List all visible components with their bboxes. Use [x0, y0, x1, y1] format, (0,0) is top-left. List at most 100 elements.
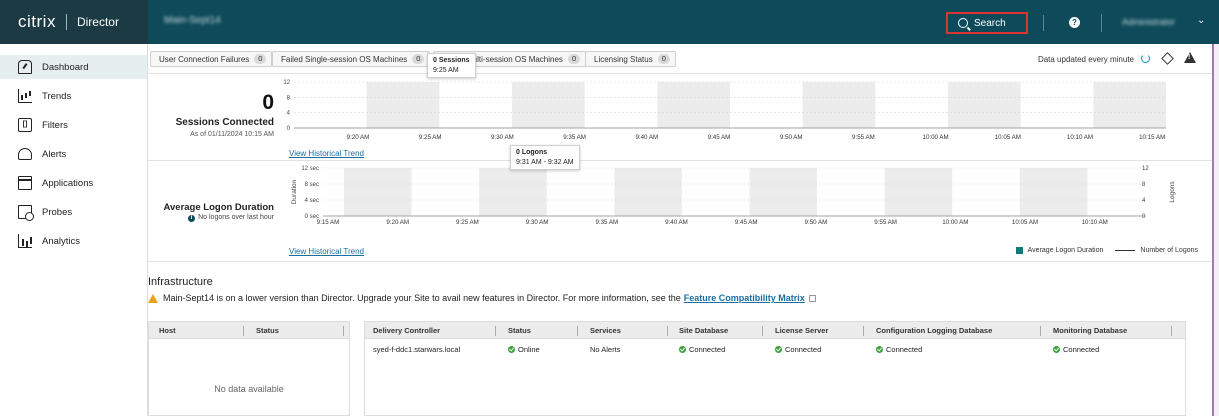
x-tick-label: 10:10 AM [1067, 134, 1093, 141]
chip-label: User Connection Failures [159, 54, 250, 64]
chip-failed-single-session[interactable]: Failed Single-session OS Machines 0 [272, 51, 431, 67]
col-site-database[interactable]: Site Database [679, 326, 728, 335]
sidebar-item-alerts[interactable]: Alerts [0, 142, 147, 166]
y-axis-label-left: Duration [291, 179, 298, 204]
chart-band [948, 82, 1021, 128]
column-divider [863, 326, 864, 336]
search-button[interactable]: Search [946, 12, 1028, 34]
chip-label: Failed Single-session OS Machines [281, 54, 408, 64]
version-warning: Main-Sept14 is on a lower version than D… [148, 293, 816, 303]
logon-legend: Average Logon Duration Number of Logons [1015, 247, 1198, 254]
col-license-server[interactable]: License Server [775, 326, 828, 335]
legend-duration-label: Average Logon Duration [1027, 247, 1104, 254]
column-divider [577, 326, 578, 336]
sessions-panel: 0 Sessions Connected As of 01/11/2024 10… [148, 75, 1212, 161]
sidebar-item-label: Applications [42, 177, 94, 189]
x-tick-label: 9:20 AM [347, 134, 370, 141]
cell-site-database-text: Connected [689, 345, 726, 354]
x-tick-label: 9:30 AM [491, 134, 514, 141]
x-tick-label: 10:15 AM [1139, 134, 1165, 141]
brand[interactable]: citrix Director [0, 0, 148, 44]
column-divider [1171, 326, 1172, 336]
warning-icon [148, 293, 158, 303]
user-name[interactable]: Administrator [1122, 17, 1175, 27]
sidebar-item-trends[interactable]: Trends [0, 84, 147, 108]
col-host[interactable]: Host [159, 326, 176, 335]
bell-icon [18, 148, 32, 160]
x-tick-label: 9:35 AM [563, 134, 586, 141]
col-delivery-controller[interactable]: Delivery Controller [373, 326, 440, 335]
x-tick-label: 9:15 AM [317, 219, 340, 226]
filter-bar: User Connection Failures 0 Failed Single… [148, 44, 1212, 74]
y-tick-label-right: 0 [1142, 214, 1146, 220]
sidebar-item-label: Trends [42, 90, 72, 102]
logon-panel: Average Logon Duration i No logons over l… [148, 162, 1212, 262]
sidebar-item-probes[interactable]: Probes [0, 200, 147, 224]
sessions-chart[interactable]: 12 8 4 0 9:20 AM 9:25 AM 9:30 AM 9:35 AM 9:40 AM… [148, 75, 1212, 147]
x-tick-label: 9:45 AM [708, 134, 731, 141]
diamond-icon[interactable] [1161, 52, 1174, 65]
check-circle-icon [1053, 346, 1060, 353]
tooltip-title: 0 Sessions [433, 57, 470, 64]
y-tick-label-right: 8 [1142, 182, 1146, 188]
sidebar-item-applications[interactable]: Applications [0, 171, 147, 195]
check-circle-icon [508, 346, 515, 353]
chart-band [479, 168, 547, 216]
y-tick-label-left: 12 sec [301, 166, 319, 172]
x-tick-label: 9:25 AM [419, 134, 442, 141]
chevron-down-icon[interactable]: ⌄ [1197, 15, 1205, 26]
external-link-icon[interactable] [808, 294, 816, 302]
chip-count: 0 [657, 54, 670, 64]
cell-monitoring-db-text: Connected [1063, 345, 1100, 354]
col-status[interactable]: Status [256, 326, 279, 335]
cell-status: Online [508, 345, 540, 354]
chart-band [657, 82, 730, 128]
x-tick-label: 10:00 AM [942, 219, 968, 226]
feature-matrix-link[interactable]: Feature Compatibility Matrix [684, 293, 805, 303]
x-tick-label: 10:10 AM [1082, 219, 1108, 226]
sidebar-item-filters[interactable]: [] Filters [0, 113, 147, 137]
col-config-logging-db[interactable]: Configuration Logging Database [876, 326, 992, 335]
sidebar-item-dashboard[interactable]: Dashboard [0, 55, 147, 79]
col-services[interactable]: Services [590, 326, 621, 335]
help-icon[interactable]: ? [1069, 17, 1080, 28]
x-tick-label: 9:40 AM [635, 134, 658, 141]
cell-license-server: Connected [775, 345, 821, 354]
delivery-controller-table: Delivery Controller Status Services Site… [364, 321, 1186, 416]
chart-band [344, 168, 412, 216]
infrastructure-title: Infrastructure [148, 276, 213, 288]
search-label: Search [974, 17, 1006, 29]
y-tick-label: 4 [287, 111, 291, 117]
logon-chart[interactable]: 12 sec8 sec4 sec0 sec12840Duration Logons… [148, 162, 1212, 236]
data-updated-text: Data updated every minute [1037, 55, 1134, 64]
sessions-view-trend-link[interactable]: View Historical Trend [289, 149, 364, 158]
cell-license-server-text: Connected [785, 345, 822, 354]
x-tick-label: 9:40 AM [665, 219, 688, 226]
y-tick-label-right: 12 [1142, 166, 1149, 172]
warning-text: Main-Sept14 is on a lower version than D… [163, 293, 681, 303]
x-tick-label: 9:20 AM [386, 219, 409, 226]
chart-band [884, 168, 953, 216]
chip-user-connection-failures[interactable]: User Connection Failures 0 [150, 51, 273, 67]
y-tick-label-right: 4 [1142, 198, 1146, 204]
column-divider [762, 326, 763, 336]
logon-tooltip: 0 Logons 9:31 AM - 9:32 AM [510, 145, 580, 170]
sidebar-item-analytics[interactable]: Analytics [0, 229, 147, 253]
x-tick-label: 9:55 AM [852, 134, 875, 141]
cell-controller-name[interactable]: syed-f-ddc1.starwars.local [373, 345, 460, 354]
chip-count: 0 [254, 54, 267, 64]
logon-view-trend-link[interactable]: View Historical Trend [289, 247, 364, 256]
column-divider [343, 326, 344, 336]
trends-icon [18, 89, 32, 103]
chip-licensing-status[interactable]: Licensing Status 0 [585, 51, 676, 67]
warning-icon[interactable] [1184, 52, 1196, 63]
chart-band [512, 82, 585, 128]
check-circle-icon [775, 346, 782, 353]
y-tick-label-left: 4 sec [305, 198, 319, 204]
top-bar: citrix Director Main-Sept14 Search ? Adm… [0, 0, 1219, 44]
col-status[interactable]: Status [508, 326, 531, 335]
divider [1043, 15, 1044, 31]
refresh-icon[interactable] [1141, 54, 1150, 63]
search-icon [958, 18, 968, 28]
col-monitoring-db[interactable]: Monitoring Database [1053, 326, 1127, 335]
